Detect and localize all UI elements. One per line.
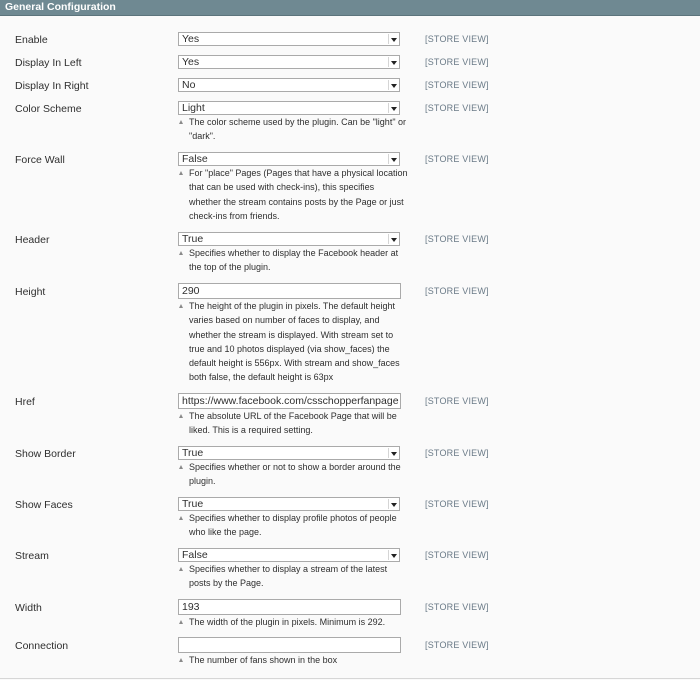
enable-select[interactable]: Yes	[178, 32, 400, 46]
show-border-select-value: True	[182, 447, 204, 459]
label-stream: Stream	[15, 550, 49, 562]
note-triangle-icon	[179, 251, 183, 255]
chevron-down-icon	[388, 448, 398, 458]
chevron-down-icon	[388, 234, 398, 244]
show-border-select[interactable]: True	[178, 446, 400, 460]
display-in-right-select[interactable]: No	[178, 78, 400, 92]
display-in-right-select-value: No	[182, 79, 196, 91]
force-wall-select[interactable]: False	[178, 152, 400, 166]
show-border-note: Specifies whether or not to show a borde…	[178, 460, 408, 489]
scope-store-view: [STORE VIEW]	[425, 234, 489, 244]
label-show-faces: Show Faces	[15, 499, 73, 511]
chevron-down-icon	[388, 80, 398, 90]
label-href: Href	[15, 396, 35, 408]
note-triangle-icon	[179, 567, 183, 571]
label-show-border: Show Border	[15, 448, 76, 460]
scope-store-view: [STORE VIEW]	[425, 448, 489, 458]
label-connection: Connection	[15, 640, 69, 652]
width-input-value: 193	[182, 601, 200, 613]
chevron-down-icon	[388, 499, 398, 509]
label-color-scheme: Color Scheme	[15, 103, 82, 115]
href-input-value: https://www.facebook.com/csschopperfanpa…	[182, 395, 399, 407]
display-in-left-select[interactable]: Yes	[178, 55, 400, 69]
label-height: Height	[15, 286, 46, 298]
label-header: Header	[15, 234, 50, 246]
connection-input[interactable]	[178, 637, 401, 653]
bottom-divider	[0, 678, 700, 679]
force-wall-select-value: False	[182, 153, 208, 165]
label-width: Width	[15, 602, 42, 614]
chevron-down-icon	[388, 103, 398, 113]
header-select[interactable]: True	[178, 232, 400, 246]
width-note: The width of the plugin in pixels. Minim…	[178, 615, 408, 629]
scope-store-view: [STORE VIEW]	[425, 154, 489, 164]
label-display-in-right: Display In Right	[15, 80, 89, 92]
show-faces-select[interactable]: True	[178, 497, 400, 511]
section-header-general-configuration[interactable]: General Configuration	[0, 0, 700, 16]
display-in-left-select-value: Yes	[182, 56, 200, 68]
configuration-form: Enable Yes [STORE VIEW] Display In Left …	[0, 16, 700, 680]
stream-note: Specifies whether to display a stream of…	[178, 562, 408, 591]
scope-store-view: [STORE VIEW]	[425, 396, 489, 406]
scope-store-view: [STORE VIEW]	[425, 80, 489, 90]
force-wall-note: For "place" Pages (Pages that have a phy…	[178, 166, 408, 223]
scope-store-view: [STORE VIEW]	[425, 286, 489, 296]
height-input[interactable]: 290	[178, 283, 401, 299]
header-select-value: True	[182, 233, 204, 245]
scope-store-view: [STORE VIEW]	[425, 499, 489, 509]
scope-store-view: [STORE VIEW]	[425, 57, 489, 67]
label-force-wall: Force Wall	[15, 154, 65, 166]
chevron-down-icon	[388, 550, 398, 560]
show-faces-note: Specifies whether to display profile pho…	[178, 511, 408, 540]
chevron-down-icon	[388, 57, 398, 67]
connection-note: The number of fans shown in the box	[178, 653, 408, 667]
chevron-down-icon	[388, 34, 398, 44]
width-input[interactable]: 193	[178, 599, 401, 615]
stream-select-value: False	[182, 549, 208, 561]
enable-select-value: Yes	[182, 33, 200, 45]
note-triangle-icon	[179, 171, 183, 175]
scope-store-view: [STORE VIEW]	[425, 602, 489, 612]
note-triangle-icon	[179, 414, 183, 418]
scope-store-view: [STORE VIEW]	[425, 34, 489, 44]
href-input[interactable]: https://www.facebook.com/csschopperfanpa…	[178, 393, 401, 409]
href-note: The absolute URL of the Facebook Page th…	[178, 409, 408, 438]
show-faces-select-value: True	[182, 498, 204, 510]
note-triangle-icon	[179, 304, 183, 308]
scope-store-view: [STORE VIEW]	[425, 550, 489, 560]
note-triangle-icon	[179, 120, 183, 124]
note-triangle-icon	[179, 620, 183, 624]
chevron-down-icon	[388, 154, 398, 164]
color-scheme-note: The color scheme used by the plugin. Can…	[178, 115, 408, 144]
color-scheme-select-value: Light	[182, 102, 205, 114]
label-display-in-left: Display In Left	[15, 57, 82, 69]
height-input-value: 290	[182, 285, 200, 297]
stream-select[interactable]: False	[178, 548, 400, 562]
scope-store-view: [STORE VIEW]	[425, 640, 489, 650]
note-triangle-icon	[179, 465, 183, 469]
scope-store-view: [STORE VIEW]	[425, 103, 489, 113]
header-note: Specifies whether to display the Faceboo…	[178, 246, 408, 275]
height-note: The height of the plugin in pixels. The …	[178, 299, 408, 385]
color-scheme-select[interactable]: Light	[178, 101, 400, 115]
note-triangle-icon	[179, 516, 183, 520]
note-triangle-icon	[179, 658, 183, 662]
label-enable: Enable	[15, 34, 48, 46]
